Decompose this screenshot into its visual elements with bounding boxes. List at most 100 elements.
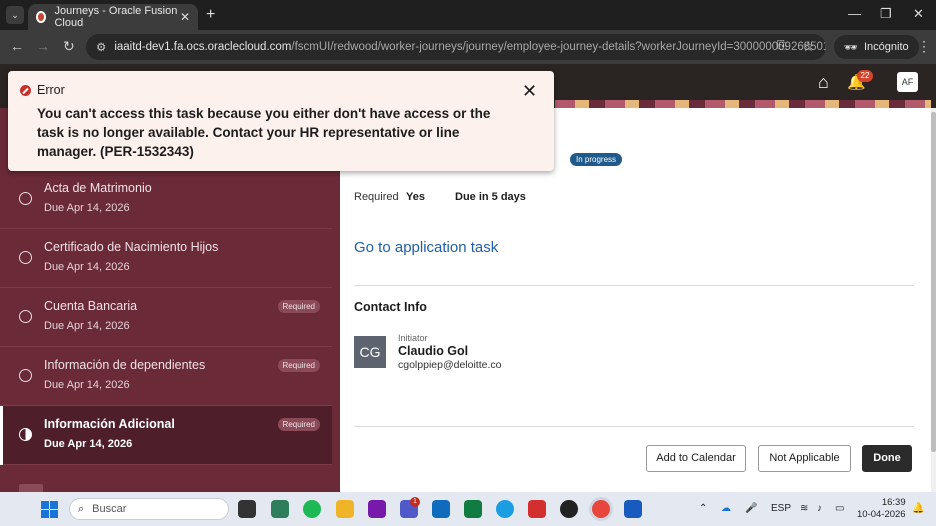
m365-icon[interactable] [271, 500, 289, 518]
notification-count-badge: 22 [857, 70, 873, 82]
task-status-circle-icon [19, 310, 32, 323]
url-host: iaaitd-dev1.fa.ocs.oraclecloud.com [114, 41, 292, 53]
scrollbar-thumb[interactable] [931, 112, 936, 452]
contact-info-heading: Contact Info [354, 300, 427, 314]
task-item-informacion-adicional[interactable]: Información Adicional Due Apr 14, 2026 R… [0, 406, 332, 465]
divider [354, 426, 914, 427]
task-status-circle-icon [19, 192, 32, 205]
mic-muted-icon[interactable]: 🎤 [745, 503, 757, 514]
teams-notification-badge: 1 [410, 497, 420, 507]
tray-chevron-icon[interactable]: ⌃ [699, 503, 707, 514]
incognito-label: Incógnito [863, 41, 909, 53]
onedrive-icon[interactable]: ☁ [721, 503, 731, 514]
search-icon: ⌕ [78, 502, 85, 515]
required-badge: Required [277, 359, 320, 372]
contact-email[interactable]: cgolppiep@deloitte.co [398, 359, 501, 371]
task-item-informacion-dependientes[interactable]: Información de dependientes Due Apr 14, … [0, 347, 332, 406]
oracle-favicon-icon [36, 11, 47, 23]
spotify-icon[interactable] [303, 500, 321, 518]
incognito-indicator[interactable]: 🕶 Incógnito [834, 35, 919, 59]
not-applicable-button[interactable]: Not Applicable [758, 445, 851, 472]
battery-icon[interactable]: ▭ [835, 503, 844, 514]
taskbar-clock[interactable]: 16:39 10-04-2026 [857, 497, 906, 521]
task-status-circle-icon [19, 369, 32, 382]
task-due: Due Apr 14, 2026 [44, 379, 130, 391]
close-icon[interactable]: ✕ [522, 81, 537, 102]
browser-tabstrip: ⌄ Journeys - Oracle Fusion Cloud ✕ + — ❐… [0, 0, 936, 30]
task-due: Due Apr 14, 2026 [44, 261, 130, 273]
excel-icon[interactable] [464, 500, 482, 518]
address-bar[interactable]: ⚙ iaaitd-dev1.fa.ocs.oraclecloud.com/fsc… [86, 34, 826, 60]
contact-name[interactable]: Claudio Gol [398, 344, 468, 358]
contact-avatar: CG [354, 336, 386, 368]
back-arrow-icon[interactable]: ← [10, 38, 24, 54]
task-item-acta-matrimonio[interactable]: Acta de Matrimonio Due Apr 14, 2026 [0, 170, 332, 229]
tab-search-button[interactable]: ⌄ [6, 6, 24, 24]
minimize-button[interactable]: — [848, 6, 861, 21]
task-in-progress-icon [19, 428, 32, 441]
file-explorer-icon[interactable] [336, 500, 354, 518]
volume-icon[interactable]: ♪ [817, 503, 822, 514]
chrome-menu-icon[interactable]: ⋮ [917, 38, 931, 55]
chrome-icon[interactable] [592, 500, 610, 518]
site-info-icon[interactable]: ⚙ [96, 40, 106, 54]
media-player-icon[interactable] [560, 500, 578, 518]
divider [354, 285, 914, 286]
browser-tab[interactable]: Journeys - Oracle Fusion Cloud ✕ [28, 4, 198, 30]
url-path: /fscmUI/redwood/worker-journeys/journey/… [291, 41, 826, 53]
forward-arrow-icon[interactable]: → [36, 38, 50, 54]
required-value: Yes [406, 191, 425, 203]
user-avatar[interactable]: AF [897, 72, 918, 92]
notification-center-icon[interactable]: 🔔 [912, 503, 924, 514]
due-value: Due in 5 days [455, 191, 526, 203]
close-window-button[interactable]: ✕ [913, 6, 924, 22]
task-due: Due Apr 14, 2026 [44, 202, 130, 214]
tab-close-icon[interactable]: ✕ [180, 10, 190, 24]
error-message: You can't access this task because you e… [37, 106, 491, 159]
task-status-circle-icon [19, 251, 32, 264]
panel-footer-icon[interactable] [19, 484, 43, 492]
reload-icon[interactable]: ↻ [63, 38, 75, 55]
error-icon [20, 85, 31, 96]
contact-role: Initiator [398, 333, 428, 343]
task-title: Información de dependientes [44, 358, 206, 372]
onenote-icon[interactable] [368, 500, 386, 518]
task-title: Acta de Matrimonio [44, 181, 152, 195]
required-badge: Required [277, 418, 320, 431]
status-badge: In progress [570, 153, 623, 166]
required-label: Required [354, 191, 399, 203]
go-to-application-task-link[interactable]: Go to application task [354, 239, 498, 256]
task-due: Due Apr 14, 2026 [44, 438, 133, 450]
translate-icon[interactable]: ⎘ [777, 38, 787, 53]
task-item-certificado-nacimiento[interactable]: Certificado de Nacimiento Hijos Due Apr … [0, 229, 332, 288]
done-button[interactable]: Done [862, 445, 912, 472]
wifi-icon[interactable]: ≋ [800, 503, 808, 514]
clock-date: 10-04-2026 [857, 509, 906, 520]
task-view-icon[interactable] [238, 500, 256, 518]
tab-title: Journeys - Oracle Fusion Cloud [54, 5, 178, 29]
task-due: Due Apr 14, 2026 [44, 320, 130, 332]
home-icon[interactable]: ⌂ [818, 72, 829, 93]
task-title: Información Adicional [44, 417, 175, 431]
word-icon[interactable] [624, 500, 642, 518]
language-indicator[interactable]: ESP [771, 503, 791, 514]
active-indicator [0, 406, 3, 465]
outlook-icon[interactable] [432, 500, 450, 518]
maximize-button[interactable]: ❐ [880, 6, 892, 22]
new-tab-button[interactable]: + [206, 6, 215, 24]
task-title: Cuenta Bancaria [44, 299, 138, 313]
browser-toolbar: ← → ↻ ⚙ iaaitd-dev1.fa.ocs.oraclecloud.c… [0, 30, 936, 64]
add-to-calendar-button[interactable]: Add to Calendar [646, 445, 746, 472]
search-placeholder: Buscar [92, 503, 127, 515]
windows-start-icon[interactable] [41, 501, 58, 518]
error-dialog: Error You can't access this task because… [8, 71, 554, 171]
required-badge: Required [277, 300, 320, 313]
incognito-icon: 🕶 [844, 41, 858, 54]
edge-icon[interactable] [496, 500, 514, 518]
task-title: Certificado de Nacimiento Hijos [44, 240, 219, 254]
acrobat-icon[interactable] [528, 500, 546, 518]
error-title: Error [37, 83, 65, 97]
task-item-cuenta-bancaria[interactable]: Cuenta Bancaria Due Apr 14, 2026 Require… [0, 288, 332, 347]
taskbar-search-input[interactable]: ⌕ Buscar [69, 498, 229, 520]
bookmark-star-icon[interactable]: ☆ [802, 38, 815, 55]
